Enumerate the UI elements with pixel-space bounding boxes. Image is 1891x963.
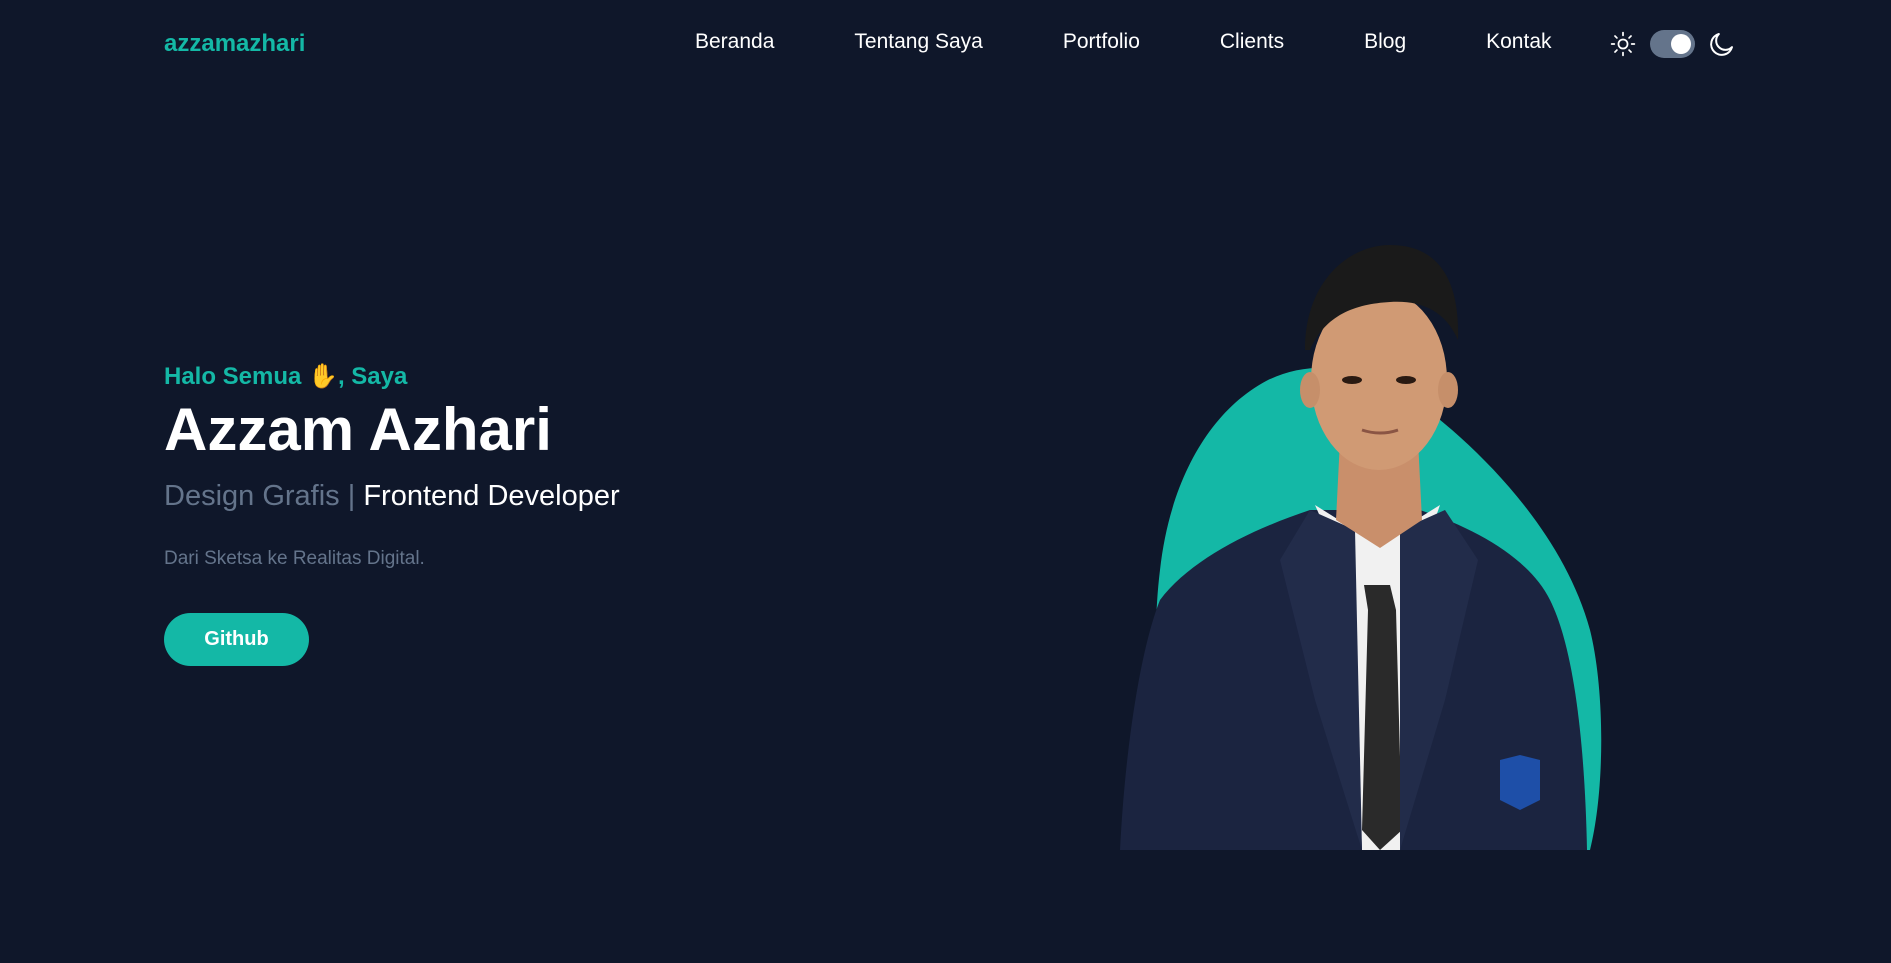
greeting-prefix: Halo Semua	[164, 363, 302, 390]
nav-item-clients[interactable]: Clients	[1220, 30, 1284, 54]
hero-intro: Halo Semua ✋, Saya Azzam Azhari Design G…	[164, 362, 620, 666]
hero-tagline: Dari Sketsa ke Realitas Digital.	[164, 548, 425, 569]
hero-role: Design Grafis | Frontend Developer	[164, 480, 620, 513]
nav-item-beranda[interactable]: Beranda	[695, 30, 774, 54]
nav-item-tentang-saya[interactable]: Tentang Saya	[854, 30, 982, 54]
navbar: azzamazhari Beranda Tentang Saya Portfol…	[0, 0, 1891, 88]
nav-item-portfolio[interactable]: Portfolio	[1063, 30, 1140, 54]
wave-emoji-icon: ✋	[308, 363, 338, 390]
toggle-knob	[1671, 34, 1691, 54]
tie	[1362, 585, 1402, 850]
nav-item-kontak[interactable]: Kontak	[1486, 30, 1551, 54]
logo-link[interactable]: azzamazhari	[164, 30, 305, 58]
role-secondary: Design Grafis	[164, 480, 340, 512]
hero-greeting: Halo Semua ✋, Saya	[164, 362, 407, 391]
pocket-emblem	[1500, 755, 1540, 810]
left-eye	[1342, 376, 1362, 384]
profile-photo	[1120, 245, 1602, 850]
moon-icon	[1710, 33, 1733, 56]
hero-name: Azzam Azhari	[164, 396, 552, 463]
dark-mode-toggle[interactable]	[1650, 30, 1695, 58]
nav-item-blog[interactable]: Blog	[1364, 30, 1406, 54]
right-eye	[1396, 376, 1416, 384]
nav-menu: Beranda Tentang Saya Portfolio Clients B…	[695, 30, 1552, 54]
role-primary: Frontend Developer	[363, 480, 620, 512]
right-ear	[1438, 372, 1458, 408]
greeting-suffix: , Saya	[337, 363, 408, 390]
role-separator: |	[347, 480, 356, 512]
github-button[interactable]: Github	[164, 613, 309, 666]
sun-icon	[1610, 31, 1636, 57]
left-ear	[1300, 372, 1320, 408]
